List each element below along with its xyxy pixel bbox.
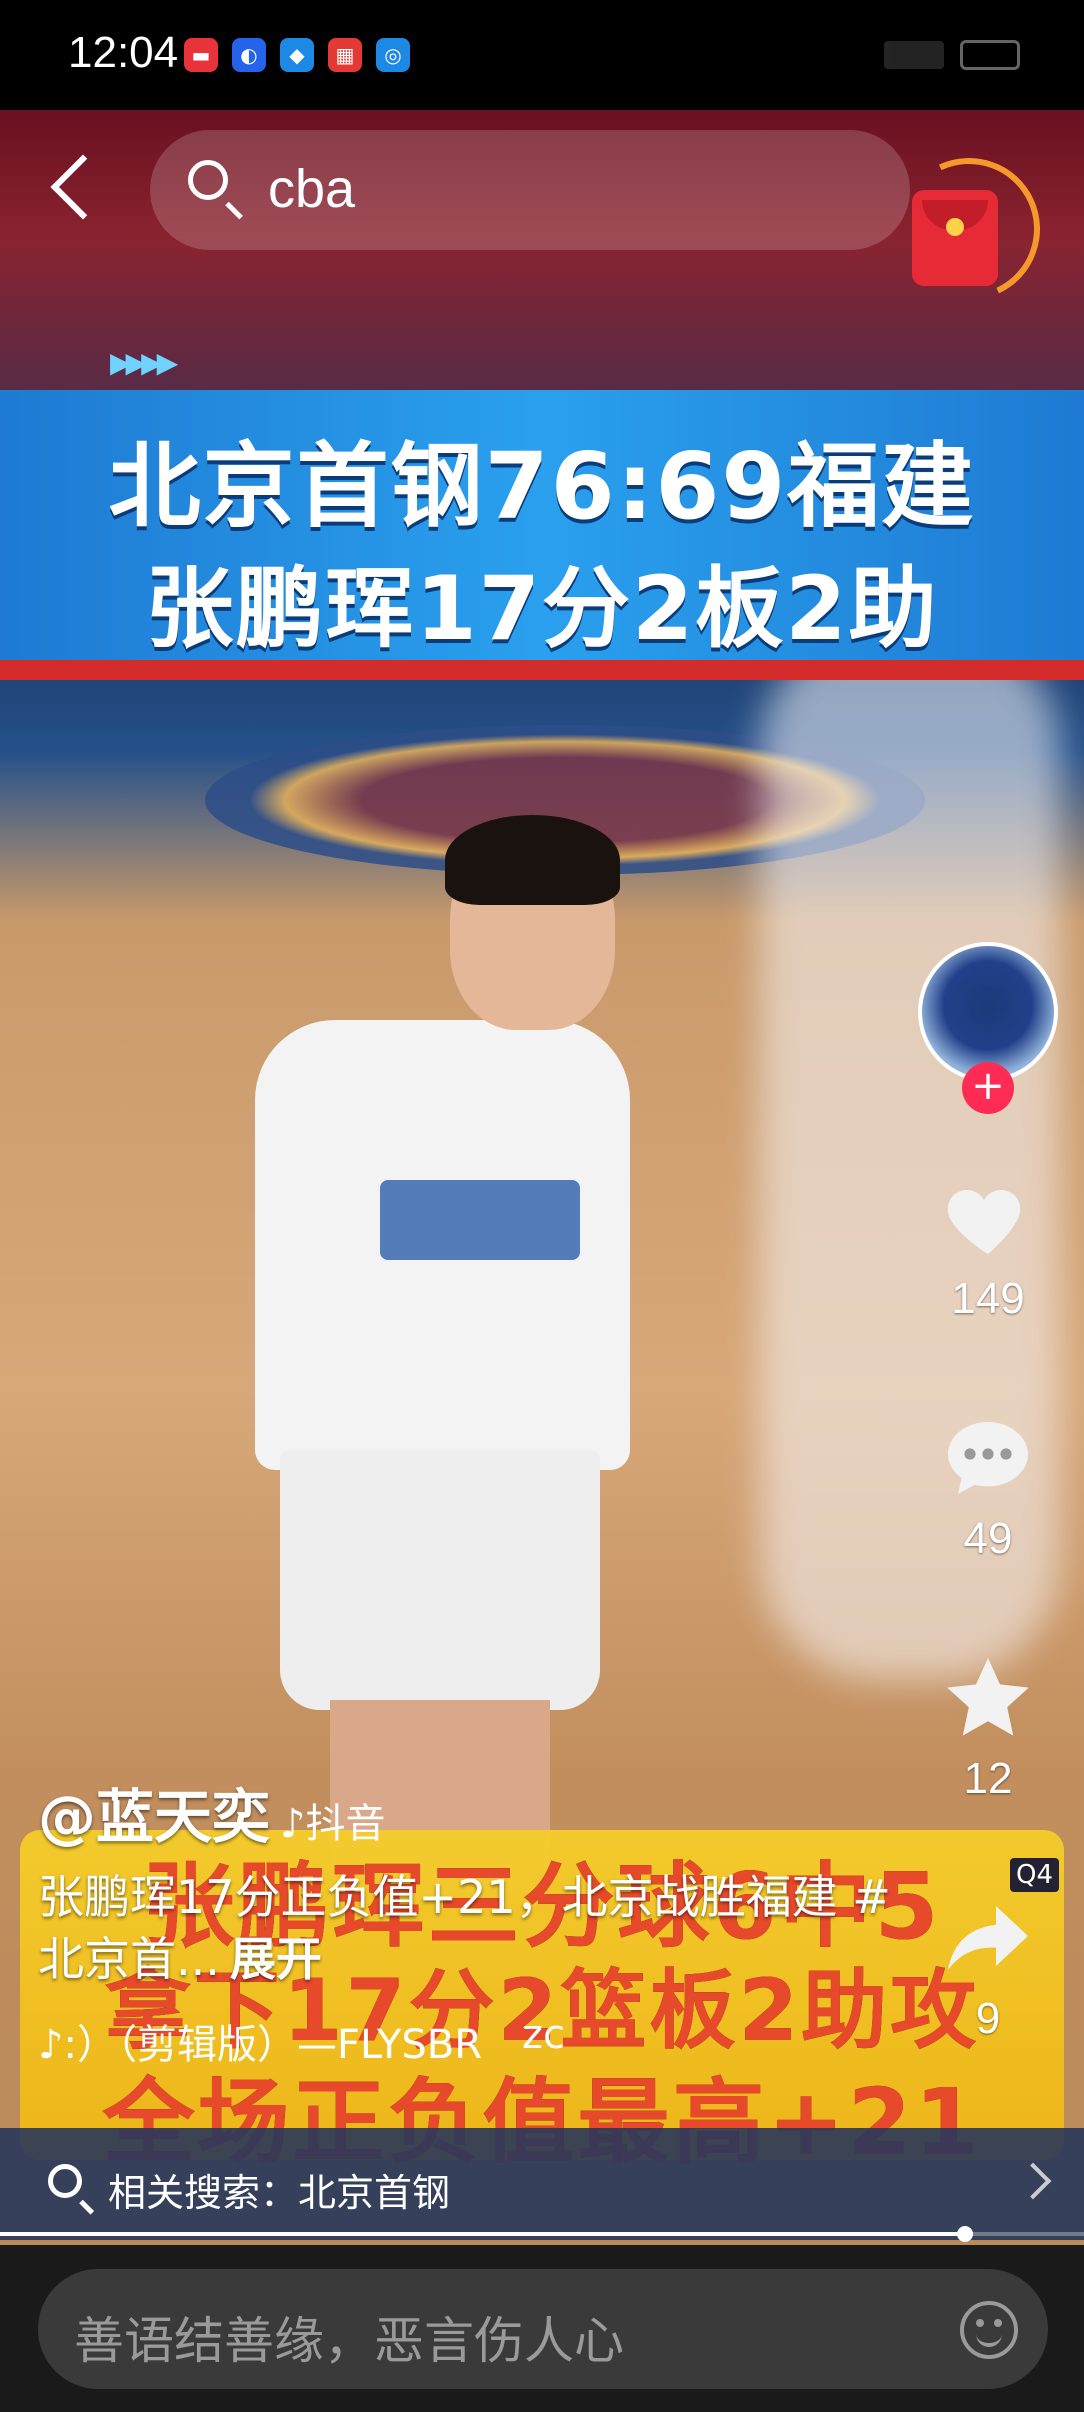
emoji-icon[interactable]: [960, 2301, 1018, 2359]
search-app-icon: ◎: [376, 38, 410, 72]
description-text: 张鹏珲17分正负值+21，北京战胜福建 #北京首...: [38, 1870, 891, 1986]
like-count: 149: [951, 1274, 1025, 1323]
share-count: 9: [975, 1994, 1001, 2043]
chevron-right-icon: [1014, 2162, 1052, 2200]
calendar-app-icon: ▦: [328, 38, 362, 72]
heart-icon: [940, 1170, 1036, 1266]
comment-button[interactable]: 49: [930, 1410, 1046, 1564]
search-bar[interactable]: [150, 130, 910, 250]
comment-count: 49: [963, 1514, 1013, 1563]
star-icon: [940, 1650, 1036, 1746]
quarter-badge: Q4: [1010, 1858, 1060, 1892]
status-bar: 12:04 ▬ ◐ ◆ ▦ ◎: [0, 0, 1084, 110]
comment-placeholder: 善语结善缘，恶言伤人心: [74, 2312, 624, 2370]
search-icon: [188, 160, 228, 200]
expand-button[interactable]: 展开: [230, 1932, 322, 1986]
comment-area: 善语结善缘，恶言伤人心: [0, 2245, 1084, 2412]
music-info[interactable]: ♪:）（剪辑版）—FLYSBR zc: [38, 2012, 898, 2070]
score-banner-line1: 北京首钢76:69福建: [108, 433, 976, 540]
red-packet-icon[interactable]: [912, 190, 998, 286]
author-avatar[interactable]: [918, 942, 1058, 1082]
like-button[interactable]: 149: [930, 1170, 1046, 1324]
back-button[interactable]: [38, 152, 108, 232]
comment-bubble-icon: [940, 1410, 1036, 1506]
related-search-label: 相关搜索：北京首钢: [108, 2171, 451, 2215]
comment-input[interactable]: 善语结善缘，恶言伤人心: [38, 2269, 1048, 2389]
video-description[interactable]: 张鹏珲17分正负值+21，北京战胜福建 #北京首... 展开: [38, 1866, 898, 1990]
status-time: 12:04: [68, 28, 179, 77]
share-button[interactable]: 9: [930, 1890, 1046, 2044]
browser-app-icon: ◆: [280, 38, 314, 72]
follow-button[interactable]: +: [962, 1062, 1014, 1114]
related-search-icon: [48, 2164, 82, 2198]
progress-knob[interactable]: [956, 2226, 973, 2242]
music-title: ♪:）（剪辑版）—FLYSBR: [38, 2022, 483, 2068]
share-arrow-icon: [940, 1890, 1036, 1986]
score-banner: 北京首钢76:69福建 张鹏珲17分2板2助: [0, 390, 1084, 680]
music-trailing: zc: [522, 2012, 566, 2058]
huawei-app-icon: ▬: [184, 38, 218, 72]
signal-icon: [884, 41, 944, 69]
favorite-count: 12: [963, 1754, 1013, 1803]
player-hair: [445, 815, 620, 905]
video-progress-bar[interactable]: [0, 2226, 1084, 2242]
favorite-button[interactable]: 12: [930, 1650, 1046, 1804]
status-indicators: [884, 40, 1020, 70]
score-banner-line2: 张鹏珲17分2板2助: [145, 557, 939, 660]
status-app-icons: ▬ ◐ ◆ ▦ ◎: [184, 38, 410, 72]
player-shorts: [280, 1450, 600, 1710]
author-name[interactable]: @蓝天奕: [38, 1770, 270, 1854]
video-caption: @蓝天奕 ♪抖音 张鹏珲17分正负值+21，北京战胜福建 #北京首... 展开 ♪…: [38, 1770, 898, 2070]
related-search-bar[interactable]: 相关搜索：北京首钢: [0, 2128, 1084, 2240]
bulb-app-icon: ◐: [232, 38, 266, 72]
progress-fill: [0, 2232, 965, 2236]
battery-icon: [960, 40, 1020, 70]
arrows-decoration: ▶▶▶▶: [110, 346, 178, 379]
jersey-lettering: [380, 1180, 580, 1260]
platform-tag: ♪抖音: [280, 1801, 386, 1847]
search-query[interactable]: cba: [268, 158, 355, 220]
